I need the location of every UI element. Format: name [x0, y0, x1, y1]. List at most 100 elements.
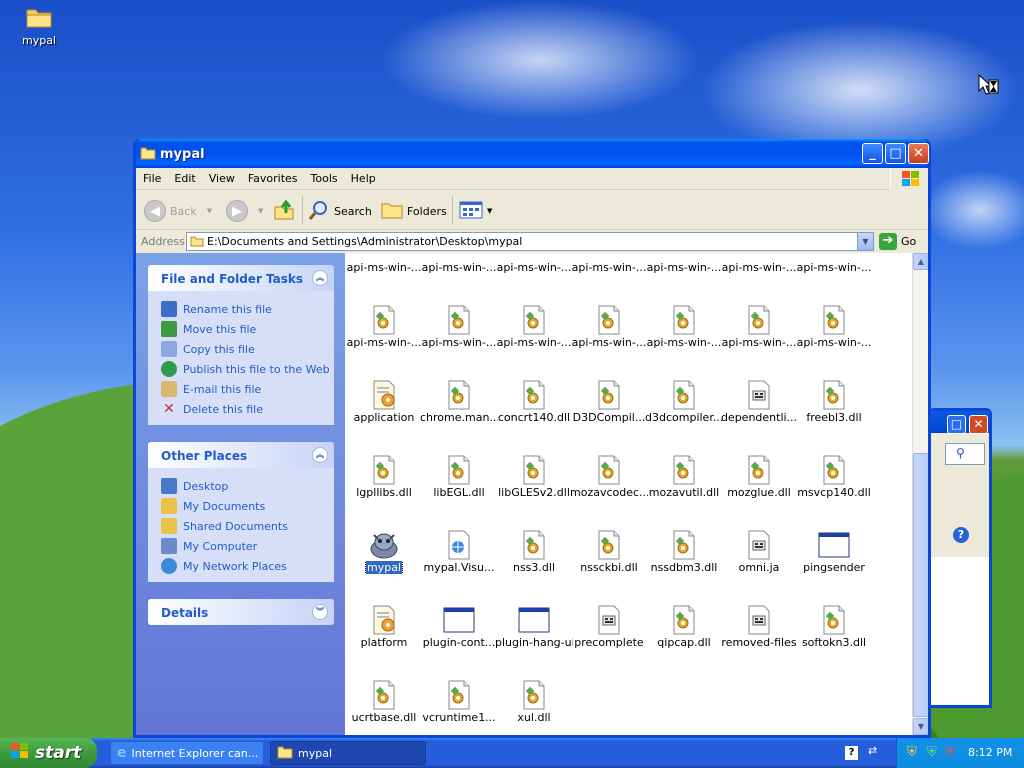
file-item[interactable]: D3DCompil... — [570, 347, 648, 424]
file-item[interactable]: mozavutil.dll — [645, 422, 723, 499]
file-item[interactable]: libGLESv2.dll — [495, 422, 573, 499]
explorer-window[interactable]: mypal _ □ ✕ File Edit View Favorites Tools He… — [133, 139, 931, 738]
menu-help[interactable]: Help — [344, 168, 382, 185]
file-item[interactable]: nssckbi.dll — [570, 497, 648, 574]
bg-help-icon[interactable]: ? — [931, 527, 969, 543]
file-item[interactable]: softokn3.dll — [795, 572, 873, 649]
file-item[interactable]: nssdbm3.dll — [645, 497, 723, 574]
file-item[interactable]: omni.ja — [720, 497, 798, 574]
file-item[interactable]: api-ms-win-... — [795, 253, 873, 274]
file-item[interactable]: api-ms-win-... — [720, 272, 798, 349]
file-item[interactable]: dependentli... — [720, 347, 798, 424]
task-copy-file[interactable]: Copy this file — [161, 339, 334, 359]
file-item[interactable]: api-ms-win-... — [720, 253, 798, 274]
file-item[interactable]: removed-files — [720, 572, 798, 649]
vertical-scrollbar[interactable]: ▲ ▼ — [912, 253, 928, 735]
file-folder-tasks-header[interactable]: File and Folder Tasks ︽ — [148, 265, 334, 291]
views-button[interactable]: ▼ — [459, 199, 492, 223]
chevron-down-icon[interactable]: ︾ — [312, 604, 328, 620]
close-button[interactable]: ✕ — [908, 143, 929, 164]
background-window[interactable]: □ ✕ ⚲ ? — [928, 408, 992, 708]
file-item[interactable]: api-ms-win-... — [345, 253, 423, 274]
file-item[interactable]: qipcap.dll — [645, 572, 723, 649]
file-item[interactable]: pingsender — [795, 497, 873, 574]
file-item[interactable]: api-ms-win-... — [495, 253, 573, 274]
task-publish-web[interactable]: Publish this file to the Web — [161, 359, 334, 379]
file-item[interactable]: api-ms-win-... — [495, 272, 573, 349]
scroll-thumb[interactable] — [913, 453, 928, 717]
place-shared-documents[interactable]: Shared Documents — [161, 516, 334, 536]
file-item[interactable]: nss3.dll — [495, 497, 573, 574]
forward-button[interactable]: ▶ ▼ — [226, 199, 263, 223]
back-button[interactable]: ◀ Back ▼ — [144, 199, 212, 223]
go-button[interactable]: ➔ Go — [879, 233, 916, 250]
chevron-up-icon[interactable]: ︽ — [312, 447, 328, 463]
task-delete-file[interactable]: ✕ Delete this file — [161, 399, 334, 419]
maximize-icon[interactable]: □ — [947, 415, 966, 434]
scroll-down-button[interactable]: ▼ — [913, 718, 928, 735]
file-item[interactable]: mypal — [345, 497, 423, 574]
file-item[interactable]: libEGL.dll — [420, 422, 498, 499]
file-item[interactable]: xul.dll — [495, 647, 573, 724]
alert-shield-icon[interactable]: ⛨ — [945, 745, 955, 760]
scroll-up-button[interactable]: ▲ — [913, 253, 928, 270]
start-button[interactable]: start — [0, 738, 97, 768]
address-input[interactable]: E:\Documents and Settings\Administrator\… — [186, 232, 874, 251]
desktop-icon-mypal[interactable]: mypal — [14, 5, 64, 47]
place-network[interactable]: My Network Places — [161, 556, 334, 576]
up-folder-button[interactable] — [273, 199, 295, 223]
file-item[interactable]: precomplete — [570, 572, 648, 649]
security-shield-icon[interactable]: ⛨ — [907, 745, 917, 760]
place-my-documents[interactable]: My Documents — [161, 496, 334, 516]
title-bar[interactable]: mypal _ □ ✕ — [136, 139, 929, 168]
update-icon[interactable]: ⛨ — [927, 745, 937, 760]
task-move-file[interactable]: Move this file — [161, 319, 334, 339]
maximize-button[interactable]: □ — [885, 143, 906, 164]
menu-favorites[interactable]: Favorites — [241, 168, 304, 185]
file-item[interactable]: vcruntime1... — [420, 647, 498, 724]
file-item[interactable]: msvcp140.dll — [795, 422, 873, 499]
search-button[interactable]: Search — [308, 199, 372, 223]
file-item[interactable]: api-ms-win-... — [420, 253, 498, 274]
file-item[interactable]: api-ms-win-... — [345, 272, 423, 349]
place-desktop[interactable]: Desktop — [161, 476, 334, 496]
file-item[interactable]: lgpllibs.dll — [345, 422, 423, 499]
file-item[interactable]: api-ms-win-... — [795, 272, 873, 349]
bg-search-box[interactable]: ⚲ — [945, 443, 985, 465]
file-item[interactable]: mypal.Visu... — [420, 497, 498, 574]
task-rename-file[interactable]: Rename this file — [161, 299, 334, 319]
address-dropdown-button[interactable]: ▼ — [857, 233, 873, 250]
file-item[interactable]: api-ms-win-... — [570, 272, 648, 349]
menu-view[interactable]: View — [202, 168, 241, 185]
place-my-computer[interactable]: My Computer — [161, 536, 334, 556]
other-places-header[interactable]: Other Places ︽ — [148, 442, 334, 468]
file-item[interactable]: freebl3.dll — [795, 347, 873, 424]
file-item[interactable]: api-ms-win-... — [570, 253, 648, 274]
file-item[interactable]: chrome.man... — [420, 347, 498, 424]
file-item[interactable]: platform — [345, 572, 423, 649]
file-item[interactable]: plugin-cont... — [420, 572, 498, 649]
menu-file[interactable]: File — [136, 168, 167, 185]
file-item[interactable]: mozglue.dll — [720, 422, 798, 499]
taskbar-item-mypal[interactable]: mypal — [270, 741, 426, 765]
help-icon[interactable]: ? — [845, 746, 858, 760]
file-item[interactable]: api-ms-win-... — [420, 272, 498, 349]
network-icon[interactable]: ⇄ — [868, 744, 877, 757]
close-icon[interactable]: ✕ — [969, 415, 988, 434]
file-item[interactable]: application — [345, 347, 423, 424]
chevron-up-icon[interactable]: ︽ — [312, 270, 328, 286]
file-item[interactable]: ucrtbase.dll — [345, 647, 423, 724]
minimize-button[interactable]: _ — [862, 143, 883, 164]
details-header[interactable]: Details ︾ — [148, 599, 334, 625]
file-item[interactable]: concrt140.dll — [495, 347, 573, 424]
task-email-file[interactable]: E-mail this file — [161, 379, 334, 399]
file-item[interactable]: d3dcompiler... — [645, 347, 723, 424]
menu-edit[interactable]: Edit — [167, 168, 201, 185]
file-item[interactable]: mozavcodec... — [570, 422, 648, 499]
file-item[interactable]: api-ms-win-... — [645, 253, 723, 274]
folders-button[interactable]: Folders — [381, 199, 447, 223]
file-item[interactable]: api-ms-win-... — [645, 272, 723, 349]
taskbar-item-internet-explorer[interactable]: e Internet Explorer can... — [110, 741, 264, 765]
menu-tools[interactable]: Tools — [304, 168, 344, 185]
file-item[interactable]: plugin-hang-ui — [495, 572, 573, 649]
